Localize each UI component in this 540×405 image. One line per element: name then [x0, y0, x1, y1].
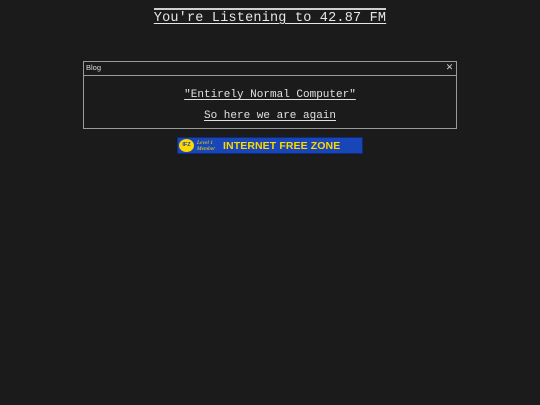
- badge-level-label: Level 1 Member: [197, 140, 221, 152]
- badge-text: INTERNET FREE ZONE: [223, 139, 341, 152]
- radio-title-link[interactable]: You're Listening to 42.87 FM: [153, 8, 387, 26]
- page: You're Listening to 42.87 FM Blog ✕ "Ent…: [0, 0, 540, 405]
- blog-window: Blog ✕ "Entirely Normal Computer" So her…: [83, 61, 457, 129]
- ifz-logo-icon: IFZ: [179, 139, 194, 152]
- badge-level-line2: Member: [197, 145, 216, 152]
- internet-free-zone-badge[interactable]: IFZ Level 1 Member INTERNET FREE ZONE: [177, 137, 363, 154]
- window-body: "Entirely Normal Computer" So here we ar…: [84, 76, 456, 127]
- header: You're Listening to 42.87 FM: [0, 0, 540, 26]
- blog-post-link[interactable]: So here we are again: [84, 106, 456, 127]
- close-icon[interactable]: ✕: [445, 63, 454, 73]
- window-titlebar[interactable]: Blog ✕: [84, 62, 456, 76]
- blog-post-link[interactable]: "Entirely Normal Computer": [84, 85, 456, 106]
- window-title: Blog: [86, 63, 102, 72]
